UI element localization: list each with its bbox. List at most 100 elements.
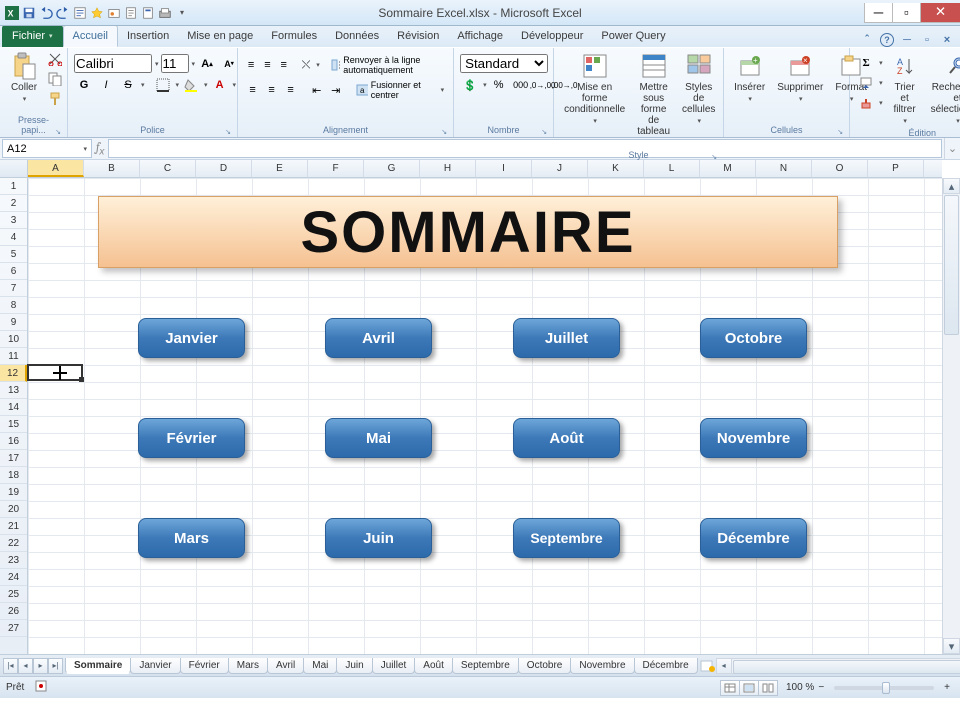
expand-formula-icon[interactable]: ⌄ bbox=[944, 138, 960, 159]
percent-icon[interactable]: % bbox=[489, 76, 509, 94]
undo-icon[interactable] bbox=[38, 5, 54, 21]
sheet-tab-octobre[interactable]: Octobre bbox=[518, 658, 572, 674]
new-sheet-icon[interactable] bbox=[700, 659, 716, 673]
window-restore-icon[interactable]: ▫ bbox=[920, 33, 934, 47]
col-header-G[interactable]: G bbox=[364, 160, 420, 177]
align-left-icon[interactable]: ≡ bbox=[244, 81, 261, 99]
macro-record-icon[interactable] bbox=[34, 679, 48, 696]
month-button-mai[interactable]: Mai bbox=[325, 418, 432, 458]
font-name-input[interactable] bbox=[74, 54, 152, 73]
col-header-O[interactable]: O bbox=[812, 160, 868, 177]
row-header-26[interactable]: 26 bbox=[0, 603, 27, 620]
row-header-22[interactable]: 22 bbox=[0, 535, 27, 552]
shrink-font-icon[interactable]: A▾ bbox=[219, 55, 239, 73]
month-button-juin[interactable]: Juin bbox=[325, 518, 432, 558]
close-button[interactable]: ✕ bbox=[920, 3, 960, 23]
col-header-M[interactable]: M bbox=[700, 160, 756, 177]
tab-mise-en-page[interactable]: Mise en page bbox=[178, 25, 262, 47]
month-button-septembre[interactable]: Septembre bbox=[513, 518, 620, 558]
sort-filter-button[interactable]: AZTrier et filtrer▾ bbox=[887, 50, 923, 127]
row-header-13[interactable]: 13 bbox=[0, 382, 27, 399]
cell-grid[interactable]: SOMMAIRE JanvierFévrierMarsAvrilMaiJuinJ… bbox=[28, 178, 942, 654]
hscroll-thumb[interactable] bbox=[733, 660, 960, 674]
window-x-icon[interactable]: × bbox=[940, 33, 954, 47]
align-bottom-icon[interactable]: ≡ bbox=[277, 56, 291, 74]
qat-icon[interactable] bbox=[106, 5, 122, 21]
tab-power-query[interactable]: Power Query bbox=[592, 25, 674, 47]
minimize-ribbon-icon[interactable]: ˆ bbox=[860, 33, 874, 47]
month-button-février[interactable]: Février bbox=[138, 418, 245, 458]
number-format-select[interactable]: Standard bbox=[460, 54, 548, 73]
row-header-17[interactable]: 17 bbox=[0, 450, 27, 467]
border-icon[interactable] bbox=[153, 76, 173, 94]
align-top-icon[interactable]: ≡ bbox=[244, 56, 258, 74]
row-header-15[interactable]: 15 bbox=[0, 416, 27, 433]
excel-icon[interactable]: X bbox=[4, 5, 20, 21]
format-painter-icon[interactable] bbox=[46, 90, 64, 108]
sheet-tab-juillet[interactable]: Juillet bbox=[372, 658, 416, 674]
row-header-1[interactable]: 1 bbox=[0, 178, 27, 195]
sommaire-title-shape[interactable]: SOMMAIRE bbox=[98, 196, 838, 268]
col-header-A[interactable]: A bbox=[28, 160, 84, 177]
row-header-16[interactable]: 16 bbox=[0, 433, 27, 450]
view-pagebreak-icon[interactable] bbox=[758, 680, 778, 696]
col-header-B[interactable]: B bbox=[84, 160, 140, 177]
help-icon[interactable]: ? bbox=[880, 33, 894, 47]
month-button-mars[interactable]: Mars bbox=[138, 518, 245, 558]
row-header-3[interactable]: 3 bbox=[0, 212, 27, 229]
sheet-tab-février[interactable]: Février bbox=[180, 658, 229, 674]
redo-icon[interactable] bbox=[55, 5, 71, 21]
orientation-icon[interactable]: ⤬ bbox=[299, 56, 313, 74]
conditional-format-button[interactable]: Mise en forme conditionnelle▾ bbox=[560, 50, 629, 127]
row-header-9[interactable]: 9 bbox=[0, 314, 27, 331]
month-button-décembre[interactable]: Décembre bbox=[700, 518, 807, 558]
col-header-N[interactable]: N bbox=[756, 160, 812, 177]
month-button-août[interactable]: Août bbox=[513, 418, 620, 458]
sheet-tab-janvier[interactable]: Janvier bbox=[130, 658, 180, 674]
row-header-23[interactable]: 23 bbox=[0, 552, 27, 569]
month-button-juillet[interactable]: Juillet bbox=[513, 318, 620, 358]
sheet-tab-mars[interactable]: Mars bbox=[228, 658, 268, 674]
cell-styles-button[interactable]: Styles de cellules▾ bbox=[678, 50, 719, 127]
minimize-button[interactable]: ─ bbox=[864, 3, 892, 23]
scroll-down-icon[interactable]: ▾ bbox=[943, 638, 960, 654]
row-header-21[interactable]: 21 bbox=[0, 518, 27, 535]
col-header-F[interactable]: F bbox=[308, 160, 364, 177]
qat-icon[interactable] bbox=[157, 5, 173, 21]
row-header-5[interactable]: 5 bbox=[0, 246, 27, 263]
row-header-7[interactable]: 7 bbox=[0, 280, 27, 297]
grow-font-icon[interactable]: A▴ bbox=[197, 55, 217, 73]
tab-developpeur[interactable]: Développeur bbox=[512, 25, 592, 47]
copy-icon[interactable] bbox=[46, 70, 64, 88]
row-header-6[interactable]: 6 bbox=[0, 263, 27, 280]
inc-decimal-icon[interactable]: ,0→,00 bbox=[533, 76, 553, 94]
indent-inc-icon[interactable]: ⇥ bbox=[327, 81, 344, 99]
zoom-out-icon[interactable]: − bbox=[814, 682, 828, 693]
col-header-I[interactable]: I bbox=[476, 160, 532, 177]
scroll-up-icon[interactable]: ▴ bbox=[943, 178, 960, 194]
col-header-J[interactable]: J bbox=[532, 160, 588, 177]
qat-icon[interactable] bbox=[89, 5, 105, 21]
file-tab[interactable]: Fichier▾ bbox=[2, 25, 63, 47]
zoom-slider[interactable] bbox=[834, 686, 934, 690]
zoom-in-icon[interactable]: + bbox=[940, 682, 954, 693]
font-color-icon[interactable]: A bbox=[210, 76, 230, 94]
row-header-25[interactable]: 25 bbox=[0, 586, 27, 603]
col-header-E[interactable]: E bbox=[252, 160, 308, 177]
row-header-4[interactable]: 4 bbox=[0, 229, 27, 246]
comma-icon[interactable]: 000 bbox=[511, 76, 531, 94]
row-header-14[interactable]: 14 bbox=[0, 399, 27, 416]
save-icon[interactable] bbox=[21, 5, 37, 21]
fx-icon[interactable]: fx bbox=[96, 140, 104, 157]
row-header-11[interactable]: 11 bbox=[0, 348, 27, 365]
sheet-tab-août[interactable]: Août bbox=[414, 658, 453, 674]
cut-icon[interactable] bbox=[46, 50, 64, 68]
row-header-10[interactable]: 10 bbox=[0, 331, 27, 348]
align-center-icon[interactable]: ≡ bbox=[263, 81, 280, 99]
wrap-text-button[interactable]: Renvoyer à la ligne automatiquement bbox=[328, 54, 447, 76]
qat-icon[interactable] bbox=[140, 5, 156, 21]
row-header-19[interactable]: 19 bbox=[0, 484, 27, 501]
underline-button[interactable]: S bbox=[118, 76, 138, 94]
tab-donnees[interactable]: Données bbox=[326, 25, 388, 47]
scroll-left-icon[interactable]: ◂ bbox=[716, 658, 732, 674]
